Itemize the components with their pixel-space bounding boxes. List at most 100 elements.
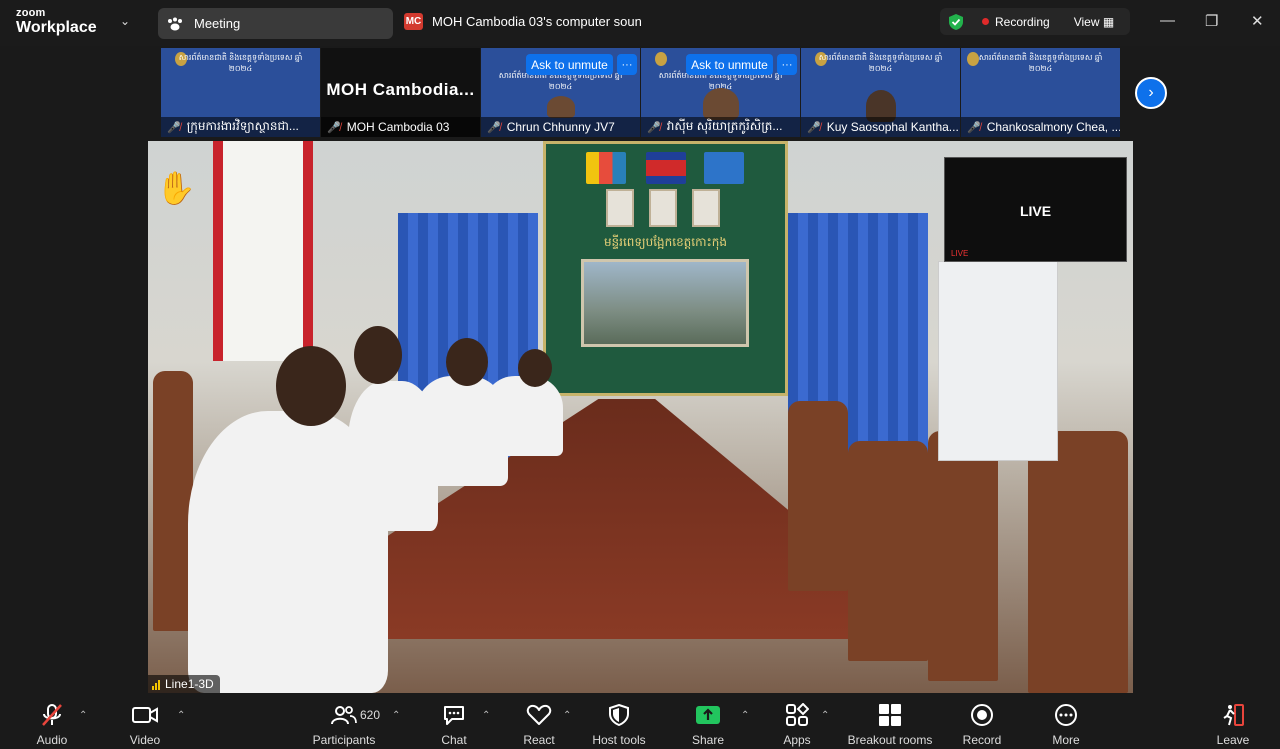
camera-icon: [132, 701, 158, 729]
meeting-toolbar: Audio ⌃ Video ⌃ Participants 620 ⌃ Chat …: [0, 694, 1280, 749]
host-tools-button[interactable]: Host tools: [588, 694, 650, 749]
participant-gallery-strip: សារព័ត៌មានជាតិ និងខេត្តទូទាំងប្រទេស ឆ្នា…: [161, 48, 1121, 137]
minimize-icon[interactable]: —: [1160, 12, 1175, 29]
signal-bars-icon: [152, 679, 160, 690]
chair: [848, 441, 928, 661]
chevron-up-icon[interactable]: ⌃: [482, 710, 490, 721]
recording-label[interactable]: Recording: [995, 15, 1050, 29]
more-options-icon[interactable]: ···: [777, 54, 797, 75]
portrait-frame: [649, 189, 677, 227]
flag-icon: [704, 152, 744, 184]
shield-icon: [609, 701, 629, 729]
mic-muted-icon: 🎤̸: [167, 121, 181, 134]
share-text: MOH Cambodia 03's computer soun: [432, 14, 642, 29]
screen-share-indicator[interactable]: MC MOH Cambodia 03's computer soun: [404, 13, 642, 30]
breakout-rooms-icon: [878, 701, 902, 729]
portrait-frame: [692, 189, 720, 227]
ask-to-unmute-button[interactable]: Ask to unmute: [526, 54, 613, 75]
participant-name-text: Kuy Saosophal Kantha...: [826, 120, 959, 134]
logo-workplace-text: Workplace: [16, 19, 97, 36]
person-head: [276, 346, 346, 426]
mic-muted-icon: 🎤̸: [807, 121, 821, 134]
chair: [153, 371, 193, 631]
tile-banner: សារព័ត៌មានជាតិ និងខេត្តទូទាំងប្រទេស ឆ្នា…: [178, 53, 303, 73]
chevron-up-icon[interactable]: ⌃: [177, 710, 185, 721]
view-button[interactable]: View ▦: [1074, 15, 1114, 29]
zoom-logo: zoom Workplace: [16, 8, 97, 36]
logo-zoom-text: zoom: [16, 7, 46, 19]
tile-banner: សារព័ត៌មានជាតិ និងខេត្តទូទាំងប្រទេស ឆ្នា…: [978, 53, 1103, 73]
share-label: Share: [691, 733, 725, 747]
chevron-up-icon[interactable]: ⌃: [79, 710, 87, 721]
more-icon: [1054, 701, 1078, 729]
next-page-arrow-icon[interactable]: ›: [1135, 77, 1167, 109]
participant-face: [703, 88, 739, 120]
participant-tile[interactable]: សារព័ត៌មានជាតិ និងខេត្តទូទាំងប្រទេស ឆ្នា…: [641, 48, 801, 137]
apps-label: Apps: [783, 733, 811, 747]
breakout-rooms-label: Breakout rooms: [847, 733, 933, 747]
leave-icon: [1221, 701, 1245, 729]
title-bar: zoom Workplace ⌄ Meeting MC MOH Cambodia…: [0, 0, 1280, 46]
participant-name: 🎤̸ Chrun Chhunny JV7: [481, 117, 640, 137]
more-button[interactable]: More: [1046, 694, 1086, 749]
chat-icon: [442, 701, 466, 729]
active-speaker-video: មន្ទីរពេទ្យបង្អែកខេត្តកោះកុង LIVE LIVE ✋…: [148, 141, 1133, 693]
chevron-up-icon[interactable]: ⌃: [741, 710, 749, 721]
raised-hand-icon: ✋: [156, 170, 196, 206]
participant-name: 🎤̸ ក្រុមការងារវិទ្យាស្ថានជា...: [161, 117, 320, 137]
meeting-tab[interactable]: Meeting: [158, 8, 393, 39]
speaker-name: Line1-3D: [165, 677, 214, 691]
participant-tile[interactable]: សារព័ត៌មានជាតិ និងខេត្តទូទាំងប្រទេស ឆ្នា…: [161, 48, 321, 137]
participant-tile[interactable]: សារព័ត៌មានជាតិ និងខេត្តទូទាំងប្រទេស ឆ្នា…: [961, 48, 1121, 137]
participant-name-text: MOH Cambodia 03: [346, 120, 450, 134]
audio-button[interactable]: Audio: [30, 694, 74, 749]
recording-dot-icon: [982, 18, 989, 25]
recording-group: Recording View ▦: [940, 8, 1130, 35]
apps-icon: [785, 701, 809, 729]
chevron-up-icon[interactable]: ⌃: [563, 710, 571, 721]
share-button[interactable]: Share: [689, 694, 727, 749]
chevron-up-icon[interactable]: ⌃: [821, 710, 829, 721]
live-text: LIVE: [1019, 203, 1052, 219]
mic-muted-icon: 🎤̸: [967, 121, 981, 134]
mic-muted-icon: 🎤̸: [647, 121, 661, 134]
participant-name: 🎤̸ Chankosalmony Chea, ...: [961, 117, 1120, 137]
restore-icon[interactable]: ❐: [1205, 12, 1218, 30]
apps-button[interactable]: Apps: [780, 694, 814, 749]
shield-check-icon[interactable]: [948, 13, 964, 31]
crest-icon: [655, 52, 667, 66]
person-head: [446, 338, 488, 386]
mic-muted-icon: 🎤̸: [487, 121, 501, 134]
leave-button[interactable]: Leave: [1213, 694, 1253, 749]
record-label: Record: [962, 733, 1002, 747]
mic-muted-icon: [41, 701, 63, 729]
participant-big-name: MOH Cambodia...: [326, 80, 475, 99]
chevron-down-icon[interactable]: ⌄: [120, 14, 130, 28]
react-button[interactable]: React: [520, 694, 558, 749]
more-options-icon[interactable]: ···: [617, 54, 637, 75]
participant-tile[interactable]: សារព័ត៌មានជាតិ និងខេត្តទូទាំងប្រទេស ឆ្នា…: [801, 48, 961, 137]
participant-name-text: វាស៊ីម សុរិយាត្រកូរិសិត្រ...: [666, 119, 783, 133]
cabinet: [938, 261, 1058, 461]
portrait-frame: [606, 189, 634, 227]
live-stream-preview: LIVE LIVE: [944, 157, 1127, 262]
video-button[interactable]: Video: [125, 694, 165, 749]
person-head: [354, 326, 402, 384]
record-button[interactable]: Record: [960, 694, 1004, 749]
flag-icon: [586, 152, 626, 184]
angkor-painting: [581, 259, 749, 347]
participant-tile[interactable]: MOH Cambodia... 🎤̸ MOH Cambodia 03: [321, 48, 481, 137]
chat-button[interactable]: Chat: [436, 694, 472, 749]
chair: [928, 431, 998, 681]
person-head: [518, 349, 552, 387]
participant-person: [483, 376, 563, 456]
ask-to-unmute-button[interactable]: Ask to unmute: [686, 54, 773, 75]
audio-label: Audio: [36, 733, 68, 747]
breakout-rooms-button[interactable]: Breakout rooms: [844, 694, 936, 749]
participants-label: Participants: [312, 733, 376, 747]
close-icon[interactable]: ✕: [1251, 12, 1264, 30]
participant-tile[interactable]: សារព័ត៌មានជាតិ និងខេត្តទូទាំងប្រទេស ឆ្នា…: [481, 48, 641, 137]
share-avatar: MC: [404, 13, 423, 30]
chevron-up-icon[interactable]: ⌃: [392, 710, 400, 721]
chair: [1028, 431, 1128, 693]
